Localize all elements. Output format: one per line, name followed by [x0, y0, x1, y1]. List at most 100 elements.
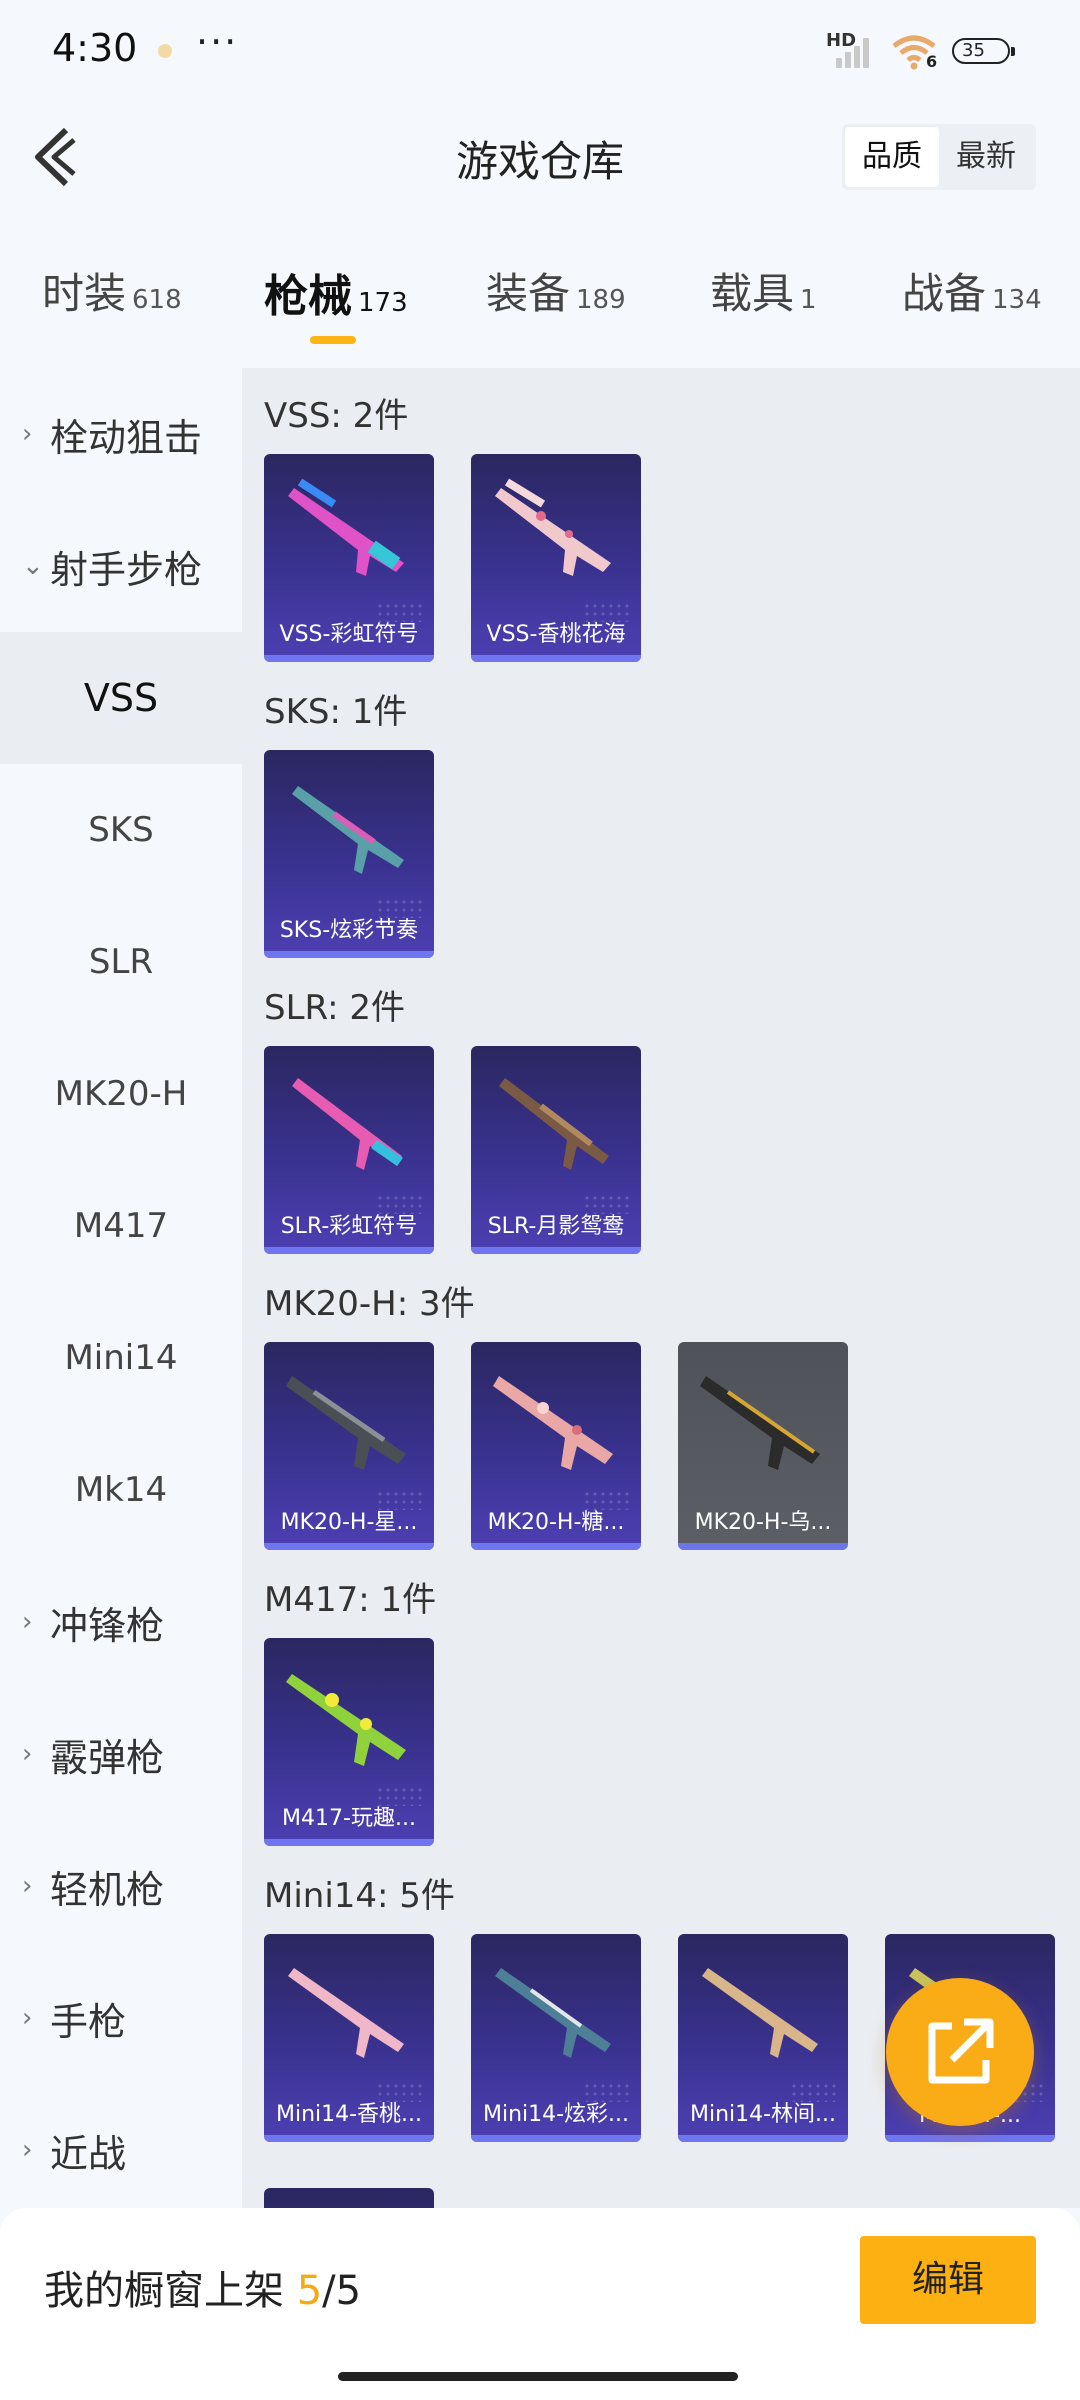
sidebar-sub-m417[interactable]: M417 [0, 1160, 242, 1292]
item-card[interactable]: SKS-炫彩节奏 [264, 750, 434, 958]
rifle-skin-icon [286, 1376, 406, 1470]
sidebar-sub-mini14[interactable]: Mini14 [0, 1292, 242, 1424]
rifle-skin-icon [495, 1968, 611, 2058]
sidebar-sub-mk14[interactable]: Mk14 [0, 1424, 242, 1556]
tab-label: 装备 [486, 269, 571, 318]
chevron-right-icon: › [22, 419, 33, 449]
item-name: Mini14-香桃... [275, 2102, 423, 2127]
share-button[interactable] [886, 1978, 1034, 2126]
item-card[interactable]: SLR-彩虹符号 [264, 1046, 434, 1254]
category-tabs: 时装 618 枪械 173 装备 189 载具 1 战备 134 [0, 250, 1080, 360]
item-card[interactable]: MK20-H-糖... [471, 1342, 641, 1550]
item-name: M417-玩趣... [282, 1806, 416, 1831]
rifle-skin-icon [700, 1376, 820, 1470]
item-card[interactable]: M417-玩趣... [264, 1638, 434, 1846]
wifi-badge: 6 [926, 52, 938, 71]
sort-quality-button[interactable]: 品质 [845, 127, 939, 187]
item-card[interactable]: Mini14-林间... [678, 1934, 848, 2142]
sidebar-sub-vss[interactable]: VSS [0, 632, 242, 764]
active-tab-indicator [310, 336, 356, 344]
tab-label: 枪械 [264, 271, 352, 322]
tab-count: 173 [358, 288, 408, 318]
sidebar-item-smg[interactable]: › 冲锋枪 [0, 1556, 242, 1688]
sidebar-sub-slr[interactable]: SLR [0, 896, 242, 1028]
rifle-skin-icon [286, 1674, 406, 1766]
chevron-right-icon: › [22, 2003, 33, 2033]
rarity-bar [264, 1247, 434, 1254]
tab-equipment[interactable]: 装备 189 [486, 260, 626, 321]
item-name: SLR-彩虹符号 [280, 1214, 418, 1239]
chevron-down-icon: ⌄ [22, 551, 44, 581]
item-card[interactable]: MK20-H-星... [264, 1342, 434, 1550]
item-name: Mini14-林间... [689, 2102, 837, 2127]
battery-icon: 35 [952, 38, 1015, 64]
rifle-skin-icon [288, 478, 404, 576]
group-title: SKS: 1件 [264, 692, 408, 732]
tab-fashion[interactable]: 时装 618 [42, 260, 182, 321]
sidebar-item-label: 霰弹枪 [50, 1735, 165, 1780]
edit-button[interactable]: 编辑 [860, 2236, 1036, 2324]
notification-dot-icon [158, 44, 172, 58]
group-title: MK20-H: 3件 [264, 1284, 475, 1324]
sidebar-item-bolt-sniper[interactable]: › 栓动狙击 [0, 368, 242, 500]
sidebar-item-lmg[interactable]: › 轻机枪 [0, 1820, 242, 1952]
sidebar-item-label: 射手步枪 [50, 547, 203, 592]
item-card[interactable]: Mini14-香桃... [264, 1934, 434, 2142]
tab-count: 189 [576, 285, 626, 315]
item-name: MK20-H-糖... [487, 1510, 625, 1535]
item-card[interactable]: VSS-香桃花海 [471, 454, 641, 662]
item-card[interactable]: VSS-彩虹符号 [264, 454, 434, 662]
item-card[interactable]: Mini14-炫彩... [471, 1934, 641, 2142]
header: 游戏仓库 品质 最新 [0, 104, 1080, 208]
sort-latest-button[interactable]: 最新 [939, 127, 1033, 187]
sidebar-item-label: 轻机枪 [50, 1867, 165, 1912]
item-name: Mini14-炫彩... [482, 2102, 630, 2127]
tab-label: 时装 [42, 269, 127, 318]
rifle-skin-icon [292, 786, 404, 874]
rifle-skin-icon [288, 1968, 404, 2058]
rifle-skin-icon [495, 478, 611, 576]
tab-vehicles[interactable]: 载具 1 [710, 260, 817, 321]
bottom-bar: 我的橱窗上架 5/5 编辑 [0, 2208, 1080, 2400]
status-bar: 4:30 ··· HD 6 35 [0, 0, 1080, 104]
tab-count: 618 [132, 285, 182, 315]
tab-firearms[interactable]: 枪械 173 [264, 260, 408, 324]
sidebar-item-pistol[interactable]: › 手枪 [0, 1952, 242, 2084]
item-name: VSS-彩虹符号 [279, 622, 419, 647]
item-name: MK20-H-乌... [694, 1510, 832, 1535]
sidebar-item-shotgun[interactable]: › 霰弹枪 [0, 1688, 242, 1820]
rarity-bar [264, 1543, 434, 1550]
group-title: VSS: 2件 [264, 396, 409, 436]
rarity-bar [264, 2135, 434, 2142]
share-external-icon [928, 2018, 994, 2084]
sidebar-item-label: 栓动狙击 [50, 415, 203, 460]
rarity-bar [264, 655, 434, 662]
item-card[interactable]: SLR-月影鸳鸯 [471, 1046, 641, 1254]
showcase-label: 我的橱窗上架 [44, 2268, 284, 2314]
rarity-bar [471, 1247, 641, 1254]
showcase-status: 我的橱窗上架 5/5 [44, 2258, 361, 2316]
sidebar-item-label: 冲锋枪 [50, 1603, 165, 1648]
sidebar-sub-mk20h[interactable]: MK20-H [0, 1028, 242, 1160]
item-grid: VSS: 2件 VSS-彩虹符号 VSS-香桃花海 SKS: 1件 SKS-炫彩… [242, 368, 1080, 2208]
rifle-skin-icon [292, 1078, 403, 1170]
item-name: SLR-月影鸳鸯 [487, 1214, 625, 1239]
signal-icon [836, 36, 874, 68]
sidebar-item-marksman-rifle[interactable]: ⌄ 射手步枪 [0, 500, 242, 632]
tab-count: 134 [992, 285, 1042, 315]
item-card[interactable]: MK20-H-乌... [678, 1342, 848, 1550]
item-card[interactable] [264, 2188, 434, 2208]
sidebar-sub-sks[interactable]: SKS [0, 764, 242, 896]
item-name: SKS-炫彩节奏 [279, 918, 419, 943]
chevron-right-icon: › [22, 1739, 33, 1769]
rifle-skin-icon [493, 1376, 613, 1470]
rifle-skin-icon [702, 1968, 818, 2058]
sidebar-item-melee[interactable]: › 近战 [0, 2084, 242, 2216]
rarity-bar [471, 2135, 641, 2142]
rarity-bar [471, 655, 641, 662]
rarity-bar [678, 2135, 848, 2142]
rarity-bar [678, 1543, 848, 1550]
home-indicator[interactable] [338, 2372, 738, 2381]
tab-supplies[interactable]: 战备 134 [902, 260, 1042, 321]
rifle-skin-icon [499, 1078, 609, 1170]
